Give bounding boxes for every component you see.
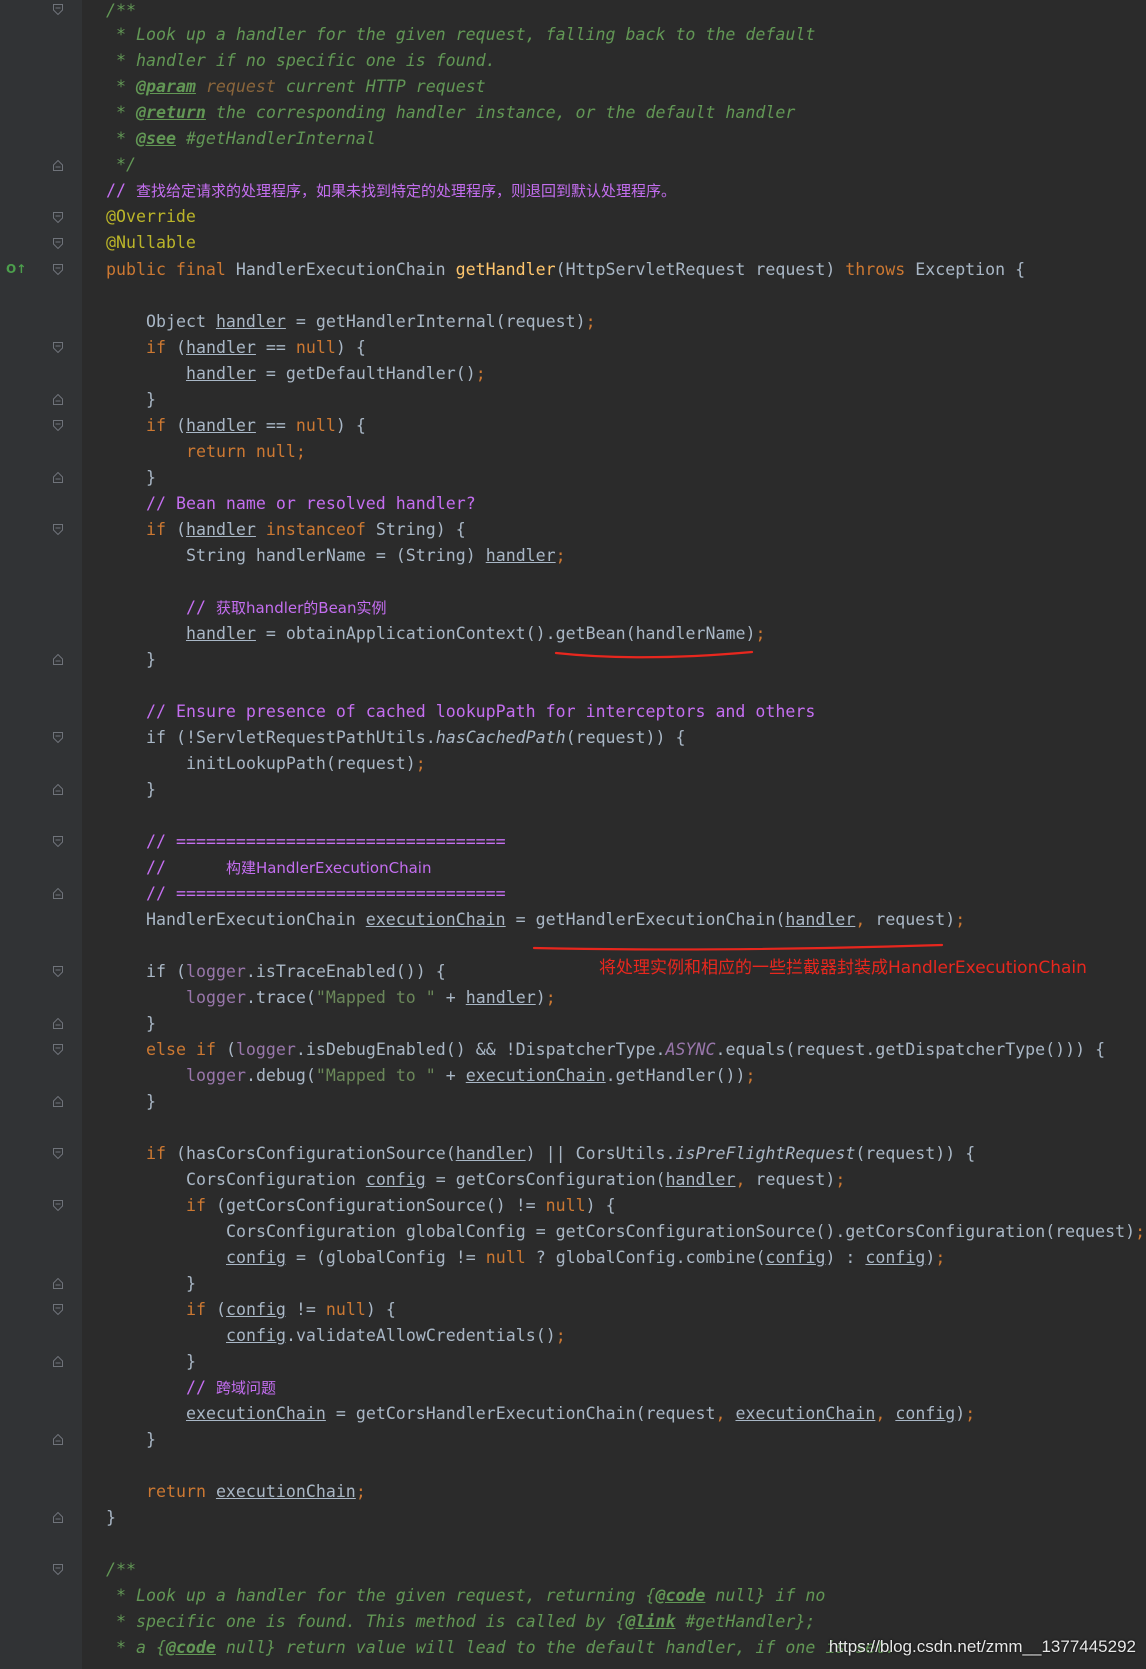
red-underline-annotations <box>532 650 944 951</box>
underline-getbean <box>554 650 754 659</box>
underline-execution-chain <box>532 943 944 951</box>
watermark-url: https://blog.csdn.net/zmm__1377445292 <box>828 1637 1136 1656</box>
annotation-note: 将处理实例和相应的一些拦截器封装成HandlerExecutionChain <box>599 958 1087 978</box>
